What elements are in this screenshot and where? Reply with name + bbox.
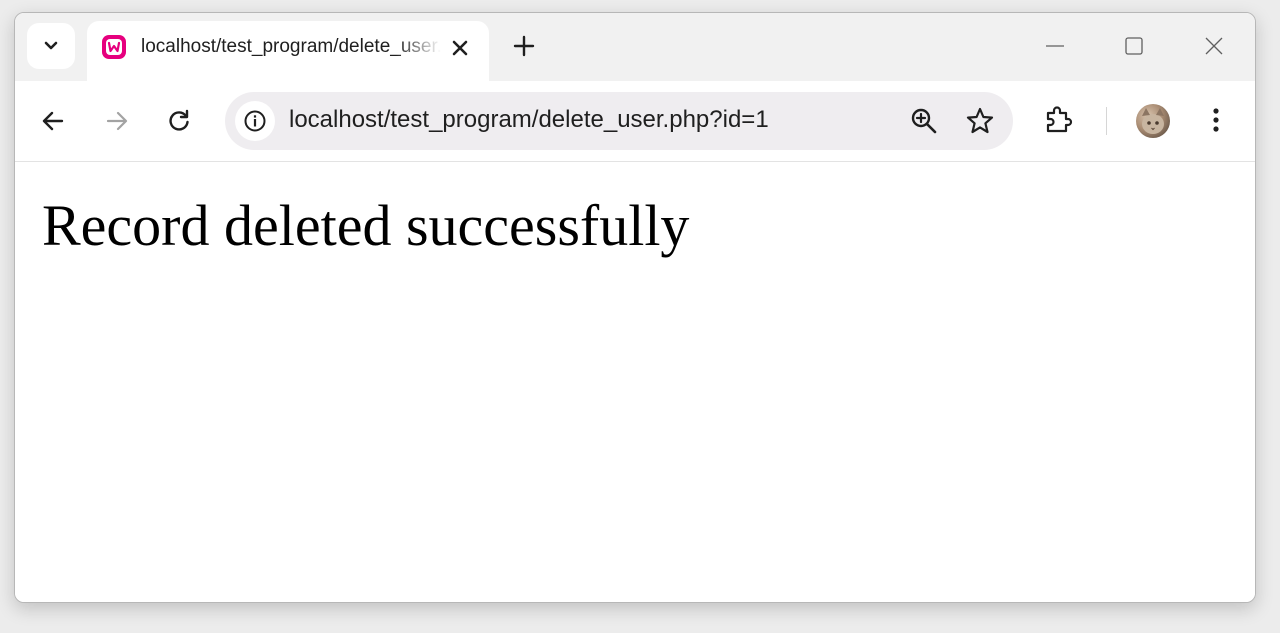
zoom-in-icon[interactable]	[909, 106, 939, 136]
profile-photo-icon	[1142, 108, 1164, 134]
close-tab-icon[interactable]	[449, 37, 471, 59]
new-tab-button[interactable]	[509, 31, 539, 61]
minimize-icon	[1046, 45, 1064, 47]
browser-toolbar: localhost/test_program/delete_user.php?i…	[15, 81, 1255, 162]
status-message: Record deleted successfully	[42, 193, 690, 258]
forward-button[interactable]	[97, 101, 137, 141]
profile-avatar[interactable]	[1136, 104, 1170, 138]
close-window-button[interactable]	[1194, 31, 1234, 61]
maximize-button[interactable]	[1114, 31, 1154, 61]
chevron-down-icon	[44, 41, 58, 50]
url-text[interactable]: localhost/test_program/delete_user.php?i…	[289, 106, 769, 134]
bookmark-star-icon[interactable]	[965, 106, 995, 136]
arrow-left-icon	[42, 111, 64, 131]
more-options-icon[interactable]	[1201, 103, 1231, 137]
reload-icon	[169, 109, 189, 131]
tab-title: localhost/test_program/delete_user.php?i…	[141, 36, 441, 57]
page-content: Record deleted successfully	[15, 162, 1255, 602]
minimize-button[interactable]	[1035, 31, 1075, 61]
tab-search-button[interactable]	[27, 23, 75, 69]
toolbar-divider	[1106, 107, 1107, 135]
address-bar[interactable]: localhost/test_program/delete_user.php?i…	[225, 92, 1013, 150]
tab-active[interactable]: localhost/test_program/delete_user.php?i…	[87, 21, 489, 81]
tab-strip: localhost/test_program/delete_user.php?i…	[15, 13, 1255, 81]
reload-button[interactable]	[159, 101, 199, 141]
site-info-button[interactable]	[235, 101, 275, 141]
maximize-icon	[1125, 37, 1143, 55]
wampserver-icon	[102, 35, 126, 59]
info-icon	[244, 110, 266, 132]
close-icon	[1205, 37, 1223, 55]
arrow-right-icon	[106, 111, 128, 131]
plus-icon	[513, 35, 535, 57]
extensions-puzzle-icon[interactable]	[1041, 103, 1075, 137]
back-button[interactable]	[33, 101, 73, 141]
browser-window: localhost/test_program/delete_user.php?i…	[14, 12, 1256, 603]
